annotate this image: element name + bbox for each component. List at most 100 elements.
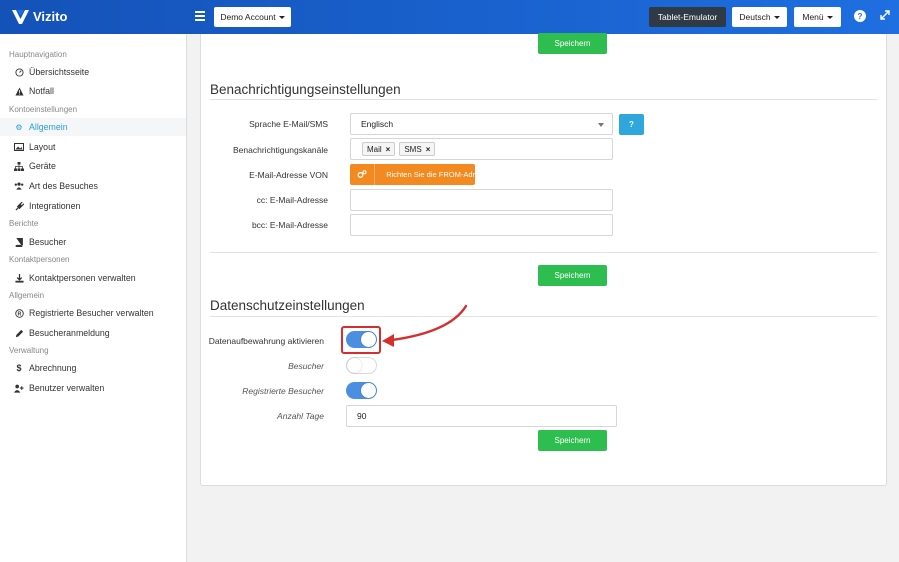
sidebar-item-layout[interactable]: Layout <box>14 142 55 152</box>
from-email-field-label: E-Mail-Adresse VON <box>249 170 328 180</box>
sidebar-item-label: Notfall <box>29 86 54 96</box>
plug-icon <box>14 201 24 211</box>
section-divider <box>210 252 877 253</box>
sidebar-item-manage-contacts[interactable]: Kontaktpersonen verwalten <box>14 273 136 283</box>
tablet-emulator-button[interactable]: Tablet-Emulator <box>649 7 726 27</box>
app-logo[interactable]: Vizito <box>12 9 67 24</box>
days-count-input[interactable]: 90 <box>346 405 617 427</box>
cc-email-input[interactable] <box>350 189 613 211</box>
image-icon <box>14 142 24 152</box>
pencil-icon <box>14 328 24 338</box>
sidebar-item-label: Registrierte Besucher verwalten <box>29 308 154 318</box>
sidebar-item-label: Art des Besuches <box>29 181 98 191</box>
sidebar-item-overview[interactable]: Übersichtsseite <box>14 67 89 77</box>
account-label: Demo Account <box>220 12 276 22</box>
save-label: Speichern <box>554 271 591 280</box>
setup-from-address-button[interactable]: Richten Sie die FROM-Adr <box>350 164 475 185</box>
days-count-label: Anzahl Tage <box>277 411 324 421</box>
sitemap-icon <box>14 161 24 171</box>
days-count-value: 90 <box>357 411 367 421</box>
chevron-down-icon <box>278 15 285 19</box>
chevron-down-icon <box>773 15 780 19</box>
save-label: Speichern <box>554 436 591 445</box>
warning-icon <box>14 86 24 96</box>
download-icon <box>14 273 24 283</box>
dollar-icon: $ <box>16 363 22 373</box>
channels-multiselect[interactable]: Mail × SMS × <box>350 138 613 160</box>
sidebar-item-label: Integrationen <box>29 201 81 211</box>
account-dropdown[interactable]: Demo Account <box>214 7 291 27</box>
remove-tag-icon[interactable]: × <box>386 145 391 154</box>
sidebar-item-label: Geräte <box>29 161 56 171</box>
sidebar-section-title: Kontaktpersonen <box>9 255 70 264</box>
app-name: Vizito <box>33 9 68 24</box>
language-field-label: Sprache E-Mail/SMS <box>249 119 328 129</box>
sidebar-item-label: Besucheranmeldung <box>29 328 110 338</box>
top-bar: Vizito Demo Account Tablet-Emulator Deut… <box>0 0 899 34</box>
channels-field-label: Benachrichtigungskanäle <box>233 145 328 155</box>
sidebar-item-general[interactable]: ⚙ Allgemein <box>14 122 68 132</box>
language-select[interactable]: Englisch <box>350 113 613 135</box>
menu-dropdown[interactable]: Menü <box>794 7 841 27</box>
registered-visitors-retention-label: Registrierte Besucher <box>242 386 324 396</box>
sidebar-item-registered-visitors[interactable]: R Registrierte Besucher verwalten <box>14 308 154 318</box>
expand-icon[interactable] <box>880 10 890 23</box>
visitors-retention-toggle[interactable] <box>346 357 377 374</box>
book-icon <box>14 237 24 247</box>
tablet-emulator-label: Tablet-Emulator <box>657 12 718 22</box>
sidebar-item-integrations[interactable]: Integrationen <box>14 201 80 211</box>
users-icon <box>14 181 24 191</box>
sidebar-item-label: Allgemein <box>29 122 68 132</box>
sidebar-item-visitor-registration[interactable]: Besucheranmeldung <box>14 328 110 338</box>
channel-tag-mail: Mail × <box>362 142 396 156</box>
toggle-knob <box>347 358 362 373</box>
sidebar-item-label: Übersichtsseite <box>29 67 90 77</box>
save-button[interactable]: Speichern <box>538 33 607 54</box>
sidebar-item-visit-type[interactable]: Art des Besuches <box>14 181 98 191</box>
language-select-value: Englisch <box>361 119 394 129</box>
annotation-arrow <box>382 304 468 347</box>
save-button[interactable]: Speichern <box>538 265 607 286</box>
notifications-section-title: Benachrichtigungseinstellungen <box>210 82 401 97</box>
chevron-down-icon <box>598 123 604 127</box>
channel-tag-label: SMS <box>404 144 422 154</box>
highlight-box <box>341 326 381 354</box>
dashboard-icon <box>14 67 24 77</box>
help-icon[interactable]: ? <box>854 10 866 22</box>
section-divider <box>210 99 877 100</box>
privacy-section-title: Datenschutzeinstellungen <box>210 298 365 313</box>
remove-tag-icon[interactable]: × <box>426 145 431 154</box>
vizito-logo-icon <box>12 9 29 24</box>
language-dropdown[interactable]: Deutsch <box>732 7 787 27</box>
sidebar-item-label: Besucher <box>29 237 67 247</box>
cc-email-field-label: cc: E-Mail-Adresse <box>256 195 328 205</box>
sidebar-item-label: Layout <box>29 142 56 152</box>
section-divider <box>210 316 877 317</box>
sidebar-item-emergency[interactable]: Notfall <box>14 86 54 96</box>
sidebar-item-visitors[interactable]: Besucher <box>14 237 66 247</box>
user-plus-icon <box>14 383 24 393</box>
save-button[interactable]: Speichern <box>538 430 607 451</box>
gear-icon: ⚙ <box>15 122 23 132</box>
save-label: Speichern <box>554 39 591 48</box>
chevron-down-icon <box>826 15 833 19</box>
bcc-email-field-label: bcc: E-Mail-Adresse <box>251 220 328 230</box>
visitors-retention-label: Besucher <box>288 361 324 371</box>
sidebar-item-devices[interactable]: Geräte <box>14 161 56 171</box>
toggle-knob <box>361 383 376 398</box>
sidebar-item-manage-users[interactable]: Benutzer verwalten <box>14 383 104 393</box>
help-button-label: ? <box>629 120 634 129</box>
setup-from-address-label: Richten Sie die FROM-Adr <box>386 170 475 179</box>
sidebar-item-billing[interactable]: $ Abrechnung <box>14 363 76 373</box>
hamburger-menu-icon[interactable] <box>195 11 205 23</box>
sidebar-section-title: Allgemein <box>9 291 45 300</box>
bcc-email-input[interactable] <box>350 214 613 236</box>
channel-tag-label: Mail <box>367 144 382 154</box>
channel-tag-sms: SMS × <box>399 142 436 156</box>
registered-visitors-retention-toggle[interactable] <box>346 382 377 399</box>
help-button[interactable]: ? <box>619 114 644 135</box>
language-label: Deutsch <box>739 12 771 22</box>
menu-label: Menü <box>802 12 824 22</box>
sidebar-section-title: Hauptnavigation <box>9 50 67 59</box>
sidebar-item-label: Abrechnung <box>29 363 77 373</box>
